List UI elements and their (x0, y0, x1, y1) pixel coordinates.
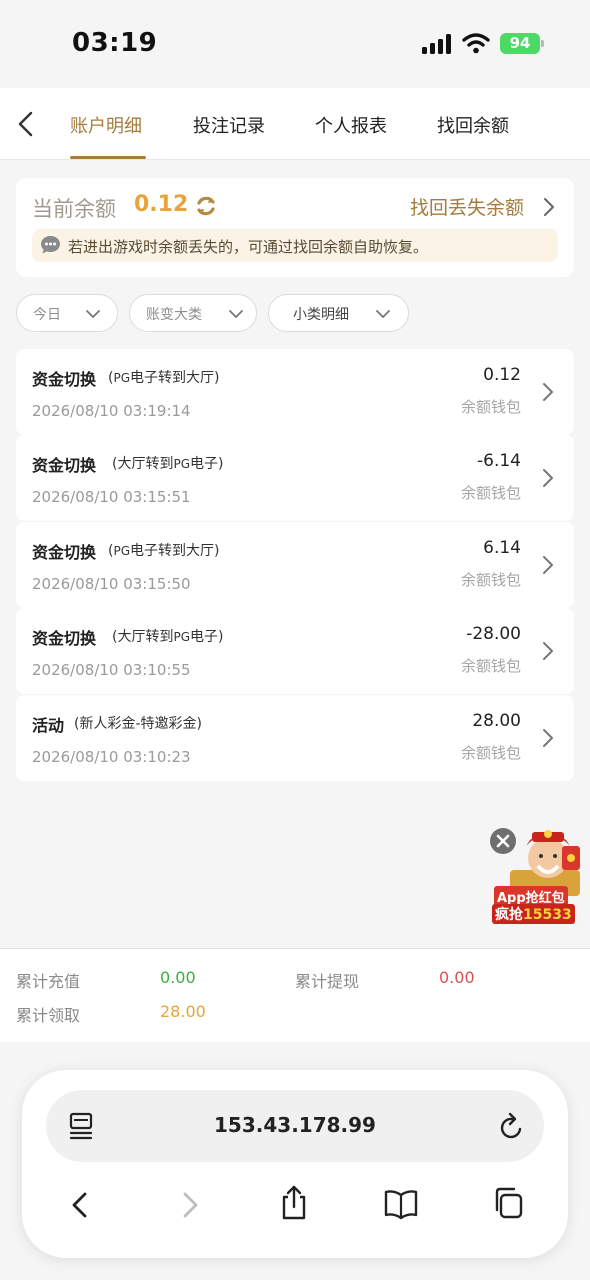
tab-personal-report[interactable]: 个人报表 (315, 112, 387, 138)
browser-forward-icon (183, 1192, 198, 1218)
status-time: 03:19 (72, 28, 158, 58)
chevron-right-icon (543, 556, 553, 574)
transaction-title: 资金切换 (32, 629, 97, 648)
deposit-total-label: 累计充值 (16, 972, 81, 991)
transaction-wallet: 余额钱包 (460, 484, 521, 502)
transaction-row[interactable]: 活动 (新人彩金-特邀彩金) 2026/08/10 03:10:23 28.00… (16, 695, 574, 781)
transaction-detail: (PG电子转到大厅) (108, 370, 220, 386)
balance-value: 0.12 (134, 192, 189, 217)
transaction-detail: (新人彩金-特邀彩金) (74, 716, 202, 732)
bookmarks-icon[interactable] (384, 1188, 418, 1220)
transaction-amount: -28.00 (466, 624, 521, 644)
transaction-title: 资金切换 (32, 456, 97, 475)
close-icon[interactable] (490, 828, 516, 854)
transaction-wallet: 余额钱包 (460, 744, 521, 762)
active-tab-indicator (70, 156, 146, 159)
transaction-date: 2026/08/10 03:15:51 (32, 488, 191, 506)
refresh-icon[interactable] (194, 194, 218, 218)
status-bar: 03:19 94 (0, 0, 590, 88)
filter-date-label: 今日 (33, 307, 61, 323)
tab-bar: 账户明细 投注记录 个人报表 找回余额 (0, 88, 590, 160)
recover-notice: 若进出游戏时余额丢失的，可通过找回余额自助恢复。 (32, 229, 558, 262)
tab-account-details[interactable]: 账户明细 (70, 112, 142, 138)
claim-total-label: 累计领取 (16, 1006, 81, 1025)
transaction-amount: 28.00 (472, 711, 521, 731)
transaction-title: 资金切换 (32, 543, 97, 562)
deposit-total-value: 0.00 (160, 968, 196, 987)
chevron-right-icon[interactable] (542, 197, 556, 217)
transaction-amount: 0.12 (483, 365, 521, 385)
wifi-icon (462, 33, 490, 54)
chevron-down-icon (376, 310, 390, 318)
battery-indicator: 94 (500, 33, 544, 54)
chevron-right-icon (543, 642, 553, 660)
filter-category[interactable]: 账变大类 (129, 294, 257, 332)
chevron-right-icon (543, 729, 553, 747)
back-arrow-icon[interactable] (14, 110, 38, 138)
transaction-amount: -6.14 (477, 451, 521, 471)
cellular-signal-icon (422, 34, 454, 54)
tab-bet-records[interactable]: 投注记录 (193, 112, 265, 138)
tab-recover-balance[interactable]: 找回余额 (437, 112, 509, 138)
filter-subcategory-label: 小类明细 (293, 307, 349, 323)
browser-back-icon[interactable] (68, 1190, 92, 1220)
notice-text: 若进出游戏时余额丢失的，可通过找回余额自助恢复。 (68, 238, 429, 256)
transaction-title: 活动 (32, 716, 65, 735)
transaction-date: 2026/08/10 03:10:55 (32, 661, 191, 679)
filter-category-label: 账变大类 (146, 307, 202, 323)
filter-subcategory[interactable]: 小类明细 (268, 294, 409, 332)
transaction-row[interactable]: 资金切换 (PG电子转到大厅) 2026/08/10 03:15:50 6.14… (16, 522, 574, 608)
tabs-icon[interactable] (492, 1186, 524, 1220)
transaction-row[interactable]: 资金切换 (PG电子转到大厅) 2026/08/10 03:19:14 0.12… (16, 349, 574, 435)
balance-card: 当前余额 0.12 找回丢失余额 若进出游戏时余额丢失的，可通过找回余额自助恢复… (16, 178, 574, 277)
filter-date[interactable]: 今日 (16, 294, 118, 332)
reload-icon[interactable] (498, 1112, 526, 1142)
share-icon[interactable] (278, 1184, 310, 1222)
transaction-wallet: 余额钱包 (460, 657, 521, 675)
transaction-wallet: 余额钱包 (460, 398, 521, 416)
chevron-down-icon (229, 310, 243, 318)
transaction-date: 2026/08/10 03:10:23 (32, 748, 191, 766)
transaction-detail: (PG电子转到大厅) (108, 543, 220, 559)
browser-toolbar: 153.43.178.99 (22, 1070, 568, 1258)
withdraw-total-label: 累计提现 (295, 972, 360, 991)
red-envelope-promo[interactable]: App抢红包 疯抢15533 (490, 826, 586, 924)
claim-total-value: 28.00 (160, 1002, 206, 1021)
withdraw-total-value: 0.00 (439, 968, 475, 987)
chat-bubble-icon (41, 236, 60, 254)
promo-count: 疯抢15533 (492, 904, 575, 924)
chevron-down-icon (86, 310, 100, 318)
transaction-detail: (大厅转到PG电子) (112, 456, 224, 472)
transaction-date: 2026/08/10 03:15:50 (32, 575, 191, 593)
transaction-row[interactable]: 资金切换 (大厅转到PG电子) 2026/08/10 03:10:55 -28.… (16, 608, 574, 694)
chevron-right-icon (543, 383, 553, 401)
transaction-row[interactable]: 资金切换 (大厅转到PG电子) 2026/08/10 03:15:51 -6.1… (16, 435, 574, 521)
transaction-date: 2026/08/10 03:19:14 (32, 402, 191, 420)
summary-footer: 累计充值 0.00 累计提现 0.00 累计领取 28.00 (0, 948, 590, 1042)
address-bar[interactable]: 153.43.178.99 (46, 1090, 544, 1162)
url-text: 153.43.178.99 (214, 1113, 376, 1137)
balance-label: 当前余额 (32, 197, 116, 221)
recover-lost-balance-link[interactable]: 找回丢失余额 (410, 193, 524, 220)
transaction-detail: (大厅转到PG电子) (112, 629, 224, 645)
transaction-wallet: 余额钱包 (460, 571, 521, 589)
transaction-title: 资金切换 (32, 370, 97, 389)
chevron-right-icon (543, 469, 553, 487)
transaction-amount: 6.14 (483, 538, 521, 558)
